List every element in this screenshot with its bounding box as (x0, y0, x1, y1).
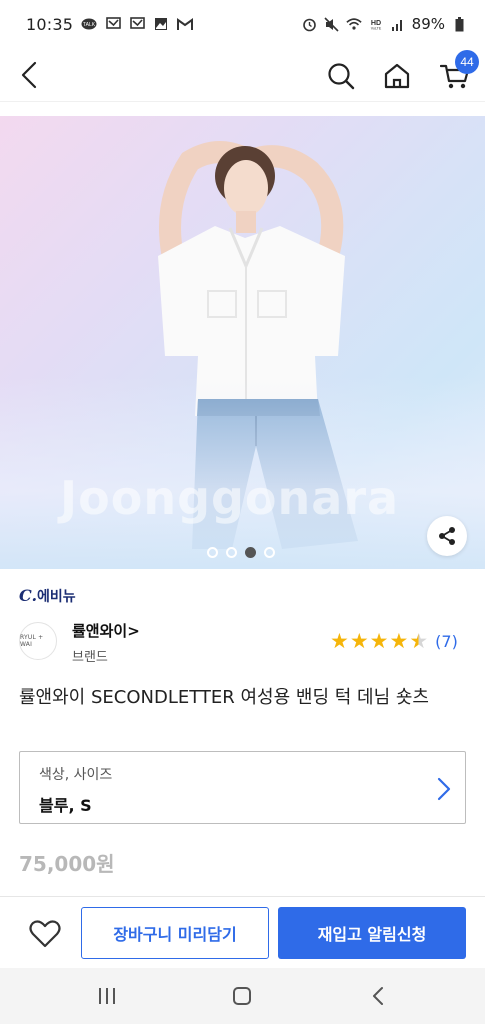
system-nav-bar (0, 968, 485, 1024)
heart-icon (29, 920, 61, 948)
store-logo-prefix: C. (19, 586, 38, 605)
status-left: 10:35 TALK (26, 14, 194, 34)
watermark: Joonggonara (60, 471, 400, 525)
recents-icon[interactable] (96, 986, 118, 1006)
wishlist-button[interactable] (26, 917, 64, 951)
alarm-icon (302, 17, 318, 31)
product-title: 률앤와이 SECONDLETTER 여성용 밴딩 턱 데님 숏츠 (19, 687, 429, 708)
message-icon (105, 17, 121, 31)
gmail-icon (177, 17, 194, 31)
brand-avatar[interactable]: RYUL + WAI (19, 622, 57, 660)
cart-count-badge: 44 (455, 50, 479, 74)
add-to-cart-button[interactable]: 장바구니 미리담기 (81, 907, 269, 959)
system-back-icon[interactable] (367, 985, 389, 1007)
action-bar: 장바구니 미리담기 재입고 알림신청 (0, 896, 485, 968)
store-logo-text: 에비뉴 (37, 589, 76, 605)
star-icon: ★ (330, 629, 349, 653)
svg-text:VoLTE: VoLTE (370, 26, 381, 30)
carousel-dot[interactable] (226, 547, 237, 558)
store-logo: C.에비뉴 (19, 586, 76, 606)
option-label: 색상, 사이즈 (39, 767, 113, 783)
option-selector[interactable]: 색상, 사이즈 블루, S (19, 751, 466, 824)
status-right: HD VoLTE 89% (302, 15, 467, 33)
share-button[interactable] (427, 516, 467, 556)
brand-type-label: 브랜드 (72, 650, 108, 665)
restock-alert-button[interactable]: 재입고 알림신청 (278, 907, 466, 959)
option-value: 블루, S (39, 796, 92, 815)
hd-voice-icon: HD VoLTE (368, 17, 384, 31)
carousel-dot[interactable] (207, 547, 218, 558)
top-nav (0, 48, 485, 102)
back-icon[interactable] (14, 58, 44, 92)
status-time: 10:35 (26, 14, 74, 34)
status-bar: 10:35 TALK HD VoLTE 89% (0, 0, 485, 48)
battery-percent: 89% (411, 15, 445, 33)
battery-icon (451, 16, 467, 31)
wifi-icon (346, 17, 362, 31)
chevron-right-icon (434, 776, 454, 802)
svg-text:TALK: TALK (83, 22, 96, 28)
rating[interactable]: ★ ★ ★ ★ ★ (7) (330, 630, 458, 652)
home-button-icon[interactable] (230, 985, 254, 1007)
talk-icon: TALK (81, 17, 97, 31)
half-star-icon: ★ (409, 629, 429, 653)
carousel-dot[interactable] (264, 547, 275, 558)
home-icon[interactable] (380, 59, 414, 93)
message-icon (129, 17, 145, 31)
star-icon: ★ (389, 629, 409, 653)
review-count[interactable]: (7) (435, 632, 458, 651)
share-icon (439, 527, 455, 545)
star-icon: ★ (349, 629, 369, 653)
carousel-dot-active[interactable] (245, 547, 256, 558)
signal-icon (390, 17, 406, 31)
mute-icon (324, 16, 340, 32)
price: 75,000원 (19, 852, 115, 876)
product-image[interactable]: Joonggonara (0, 116, 485, 569)
star-icon: ★ (369, 629, 389, 653)
carousel-dots (207, 547, 275, 558)
search-icon[interactable] (324, 59, 358, 93)
gallery-icon (153, 17, 169, 31)
brand-name-link[interactable]: 률앤와이> (72, 620, 140, 641)
